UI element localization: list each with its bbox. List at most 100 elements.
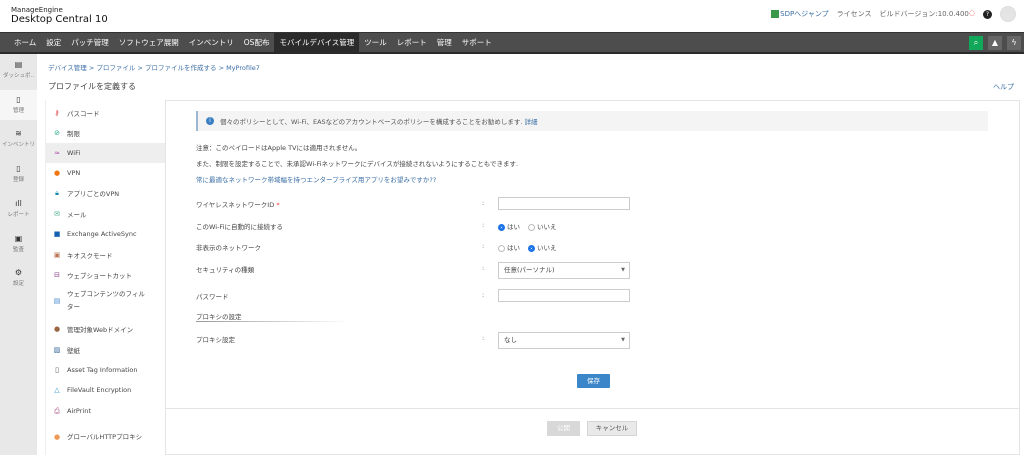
sdp-label: SDPへジャンプ	[780, 10, 829, 18]
side-per-app-vpn[interactable]: 🔒︎ アプリごとのVPN	[46, 184, 166, 202]
side-wifi[interactable]: ≈ WiFi	[46, 143, 166, 163]
side-global-proxy[interactable]: ● グローバルHTTPプロキシ	[46, 422, 166, 452]
rail-label: レポート	[7, 212, 30, 218]
colon: :	[482, 199, 485, 207]
proxy-select[interactable]: なし ▼	[498, 332, 630, 349]
restriction-icon: ⊘	[54, 129, 60, 137]
publish-button[interactable]: 公開	[547, 421, 580, 436]
rail-manage[interactable]: ▯ 管理	[0, 90, 37, 120]
avatar[interactable]	[1000, 6, 1016, 22]
crumb-device-mgmt[interactable]: デバイス管理 >	[48, 64, 94, 72]
note-restrictions: また、制限を設定することで、未承認Wi-Fiネットワークにデバイスが接続されない…	[196, 160, 519, 168]
rail-dashboard[interactable]: ▤ ダッシュボ..	[0, 60, 37, 79]
key-icon: ⚷	[54, 109, 60, 117]
nav-reports[interactable]: レポート	[392, 33, 432, 53]
rail-reports[interactable]: ıll レポート	[0, 199, 37, 218]
hidden-network-label: 非表示のネットワーク	[196, 244, 261, 252]
side-mail[interactable]: ✉ メール	[46, 205, 166, 223]
side-managed-domains[interactable]: ● 管理対象Webドメイン	[46, 320, 166, 338]
details-link[interactable]: 詳細	[525, 116, 538, 126]
side-label: メール	[67, 211, 87, 219]
nav-tools[interactable]: ツール	[359, 33, 392, 53]
license-link[interactable]: ライセンス	[837, 9, 872, 19]
rail-audit[interactable]: ▣ 監査	[0, 234, 37, 253]
side-label: ウェブショートカット	[67, 272, 132, 280]
promo-link[interactable]: 常に最適なネットワーク帯域幅を持つエンタープライズ用アプリをお望みですか??	[196, 174, 436, 184]
rail-inventory[interactable]: ≋ インベントリ	[0, 129, 37, 148]
nav-inventory[interactable]: インベントリ	[184, 33, 239, 53]
phone-icon: ▯	[16, 164, 21, 173]
side-kiosk[interactable]: ▣ キオスクモード	[46, 246, 166, 264]
rail-settings[interactable]: ⚙ 設定	[0, 268, 37, 287]
flash-icon[interactable]: ϟ	[1007, 36, 1021, 50]
info-banner: i 個々のポリシーとして、Wi-Fi、EASなどのアカウントベースのポリシーを構成…	[196, 111, 988, 131]
nav-home[interactable]: ホーム	[9, 33, 41, 53]
side-wallpaper[interactable]: ▨ 壁紙	[46, 341, 166, 359]
side-exchange[interactable]: ■ Exchange ActiveSync	[46, 225, 166, 243]
side-vpn[interactable]: ● VPN	[46, 164, 166, 182]
radio-label: はい	[507, 223, 520, 231]
side-web-filter[interactable]: ▤ ウェブコンテンツのフィルター	[46, 286, 166, 316]
bell-icon[interactable]: ◌	[969, 9, 975, 17]
crumb-create[interactable]: プロファイルを作成する >	[145, 64, 224, 72]
cancel-button[interactable]: キャンセル	[587, 421, 637, 436]
side-airprint[interactable]: ⎙ AirPrint	[46, 402, 166, 420]
rail-label: 設定	[12, 281, 24, 287]
brand-logo: ManageEngine	[11, 6, 63, 14]
crumb-profile[interactable]: プロファイル >	[96, 64, 143, 72]
radio-label: いいえ	[537, 244, 557, 252]
filevault-icon: △	[54, 386, 60, 394]
auto-join-radios: はい いいえ	[498, 221, 557, 231]
left-rail: ▤ ダッシュボ.. ▯ 管理 ≋ インベントリ ▯ 登録 ıll レポート ▣ 監査 ⚙ 設定	[0, 54, 37, 455]
hidden-yes[interactable]: はい	[498, 242, 520, 252]
security-select[interactable]: 任意(パーソナル) ▼	[498, 262, 630, 279]
colon: :	[482, 264, 485, 272]
nav-os[interactable]: OS配布	[239, 33, 275, 53]
side-label: WiFi	[67, 149, 81, 157]
hidden-no[interactable]: いいえ	[528, 242, 557, 252]
colon: :	[482, 242, 485, 250]
tag-doc-icon: ▯	[55, 366, 59, 374]
proxy-section-title: プロキシの設定	[196, 313, 242, 321]
rail-label: 管理	[12, 108, 24, 114]
payload-sidebar: ⚷ パスコード ⊘ 制限 ≈ WiFi ● VPN 🔒︎ アプリごとのVPN ✉ メール ■…	[45, 100, 166, 455]
nav-software[interactable]: ソフトウェア展開	[114, 33, 184, 53]
colon: :	[482, 291, 485, 299]
nav-support[interactable]: サポート	[457, 33, 497, 53]
sdp-jump-link[interactable]: SDPへジャンプ	[771, 9, 829, 19]
side-restrictions[interactable]: ⊘ 制限	[46, 124, 166, 142]
help-link[interactable]: ヘルプ	[993, 82, 1014, 92]
side-webclip[interactable]: ⊟ ウェブショートカット	[46, 266, 166, 284]
kiosk-icon: ▣	[53, 251, 61, 259]
build-version: ビルドバージョン:10.0.400	[879, 10, 969, 18]
rocket-icon[interactable]: ▲	[988, 36, 1002, 50]
help-icon[interactable]: ?	[983, 9, 992, 19]
device-icon: ▯	[16, 95, 21, 104]
nav-admin[interactable]: 管理	[432, 33, 457, 53]
required-mark: *	[276, 201, 280, 209]
side-asset-tag[interactable]: ▯ Asset Tag Information	[46, 361, 166, 379]
colon: :	[482, 334, 485, 342]
save-button[interactable]: 保存	[577, 374, 610, 388]
page-title: プロファイルを定義する	[48, 82, 136, 91]
main-nav: ホーム 設定 パッチ管理 ソフトウェア展開 インベントリ OS配布 モバイルデバ…	[0, 32, 1024, 54]
nav-settings[interactable]: 設定	[41, 33, 66, 53]
note-apple-tv: 注意：このペイロードはApple TVには適用されません。	[196, 144, 362, 152]
nav-patch[interactable]: パッチ管理	[66, 33, 114, 53]
ssid-input[interactable]	[498, 197, 630, 210]
radio-label: いいえ	[537, 223, 557, 231]
auto-join-yes[interactable]: はい	[498, 221, 520, 231]
side-filevault[interactable]: △ FileVault Encryption	[46, 381, 166, 399]
auto-join-no[interactable]: いいえ	[528, 221, 557, 231]
globe-icon: ●	[53, 325, 61, 333]
gear-icon: ⚙	[14, 268, 23, 277]
side-passcode[interactable]: ⚷ パスコード	[46, 104, 166, 122]
password-input[interactable]	[498, 289, 630, 302]
side-label: VPN	[67, 169, 81, 177]
radio-label: はい	[507, 244, 520, 252]
nav-mdm[interactable]: モバイルデバイス管理	[274, 32, 360, 53]
printer-icon: ⎙	[54, 406, 60, 415]
search-icon[interactable]: ⌕	[969, 36, 983, 50]
hidden-network-radios: はい いいえ	[498, 242, 557, 252]
rail-enroll[interactable]: ▯ 登録	[0, 164, 37, 183]
